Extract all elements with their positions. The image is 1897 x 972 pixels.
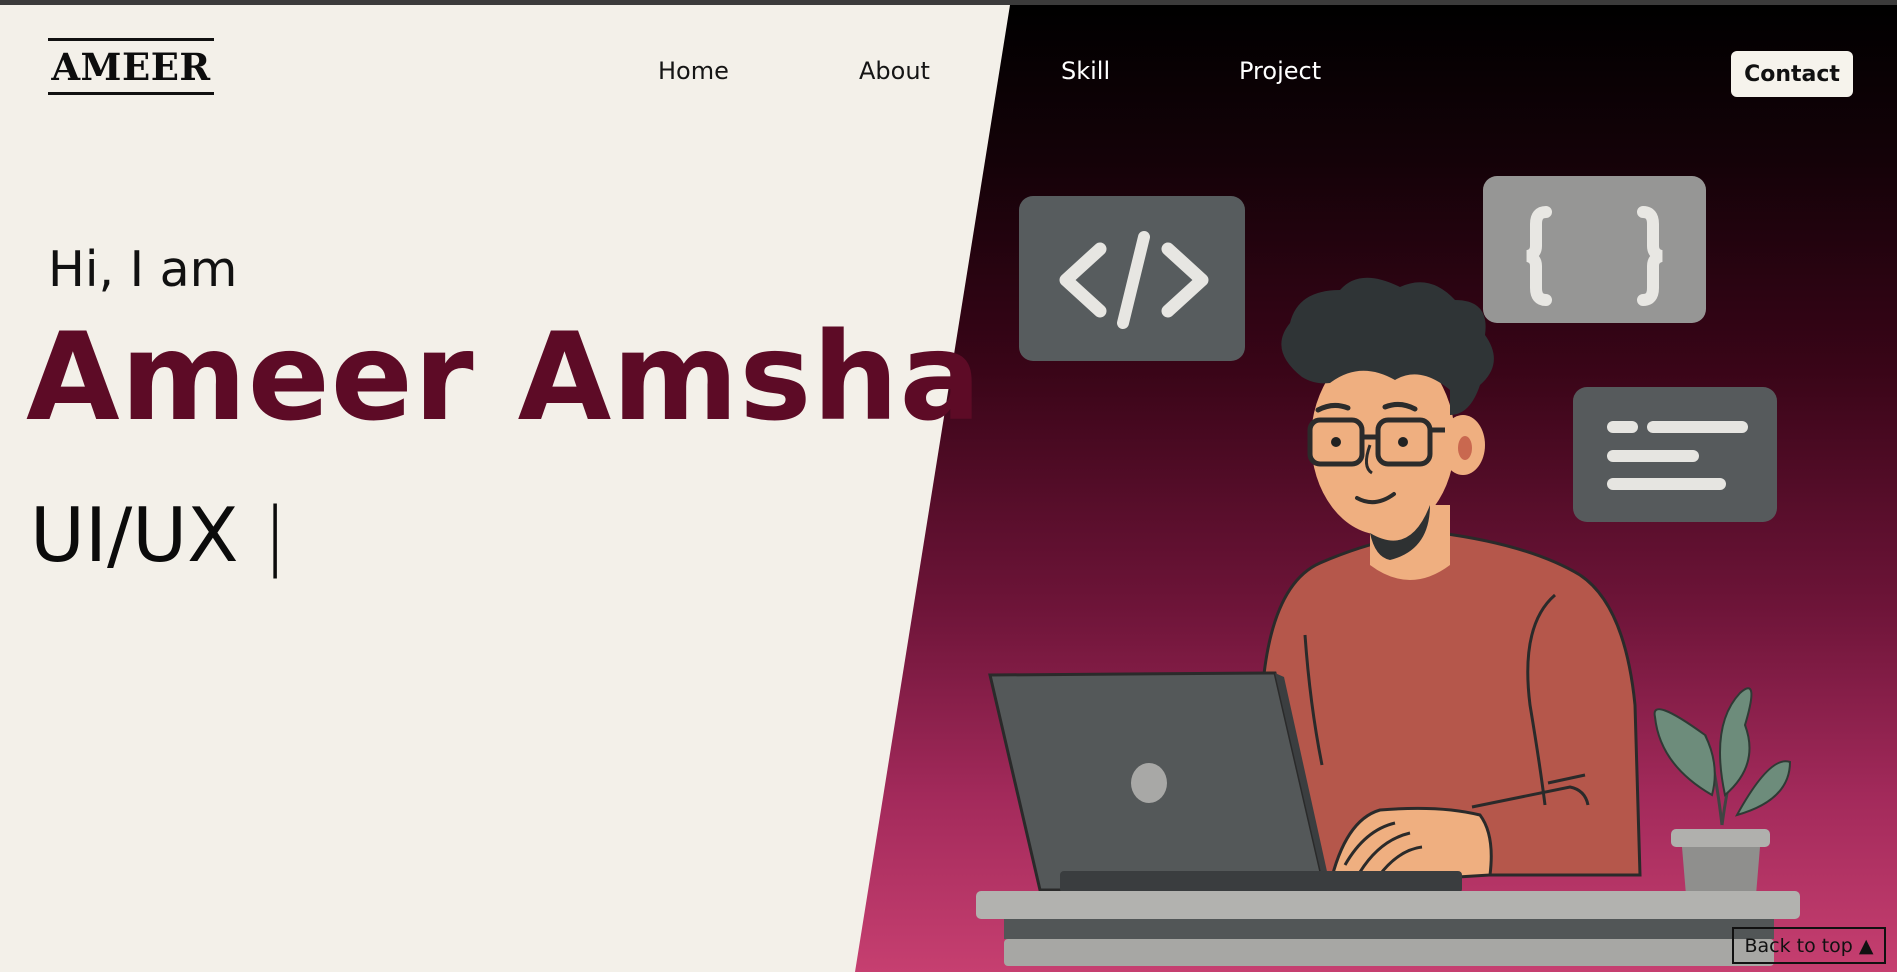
hero-illustration-panel bbox=[855, 5, 1897, 972]
braces-icon bbox=[1483, 176, 1706, 323]
developer-illustration bbox=[976, 176, 1800, 966]
nav-link-project[interactable]: Project bbox=[1239, 57, 1321, 85]
hero-greeting: Hi, I am bbox=[48, 241, 238, 298]
hero-page: AMEER Home About Skill Project Contact H… bbox=[0, 5, 1897, 972]
site-logo[interactable]: AMEER bbox=[48, 38, 214, 95]
back-to-top-button[interactable]: Back to top ▲ bbox=[1732, 927, 1886, 964]
text-lines-icon bbox=[1573, 387, 1777, 522]
typing-caret: | bbox=[262, 491, 288, 579]
browser-top-border bbox=[0, 0, 1897, 5]
code-tag-icon bbox=[1019, 196, 1245, 361]
nav-link-about[interactable]: About bbox=[859, 57, 930, 85]
desk-image bbox=[976, 891, 1800, 966]
hero-role: UI/UX bbox=[30, 491, 239, 579]
hero-role-typing: UI/UX | bbox=[30, 491, 288, 579]
nav-link-skill[interactable]: Skill bbox=[1061, 57, 1110, 85]
plant-image bbox=[1653, 687, 1792, 895]
hero-name: Ameer Amsha bbox=[26, 307, 983, 448]
developer-character bbox=[1260, 277, 1642, 887]
contact-button[interactable]: Contact bbox=[1731, 51, 1853, 97]
nav-link-home[interactable]: Home bbox=[658, 57, 729, 85]
